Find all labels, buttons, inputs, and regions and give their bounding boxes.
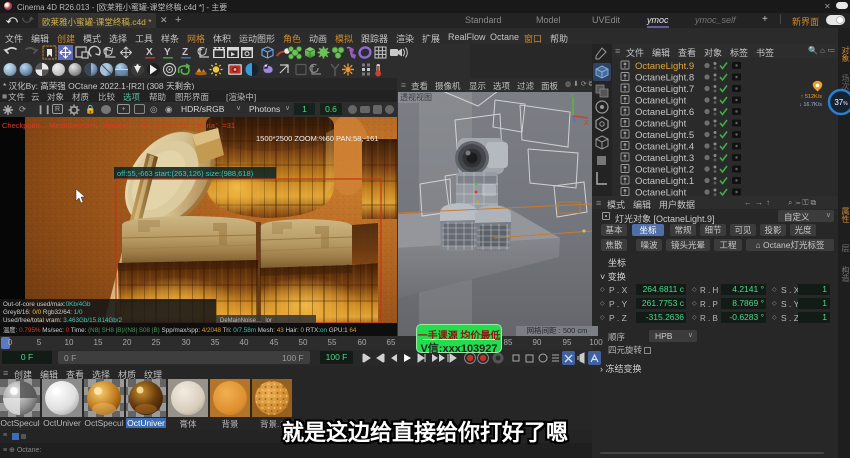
svg-text:透视视图: 透视视图 [400, 92, 432, 102]
svg-text:OctaneLight.6: OctaneLight.6 [635, 107, 694, 118]
svg-text:Y: Y [570, 93, 575, 100]
svg-text:X: X [584, 120, 589, 127]
svg-text:OctaneLight.9: OctaneLight.9 [635, 61, 694, 72]
svg-text:Out-of-core used/max:0Kb/4Gb: Out-of-core used/max:0Kb/4Gb [3, 301, 91, 308]
svg-text:Z: Z [182, 47, 188, 58]
svg-text:X: X [146, 47, 153, 58]
svg-text:温度: 0.795% Ms/sec: 0 Time:: 温度: 0.795% Ms/sec: 0 Time: (N8| SH8 |B)/… [3, 325, 357, 334]
svg-text:OctaneLight: OctaneLight [635, 188, 687, 197]
svg-text:off:55,-663 start:(263,126) si: off:55,-663 start:(263,126) size:(988,61… [117, 169, 254, 178]
svg-text:OctaneLight.5: OctaneLight.5 [635, 130, 694, 141]
svg-text:OctaneLight.1: OctaneLight.1 [635, 176, 694, 187]
svg-text:OctaneLight: OctaneLight [635, 119, 687, 130]
svg-text:Checkpoint… MeshGen:0ms. Upda: Checkpoint… MeshGen:0ms. Update[L].0ms. … [2, 121, 235, 130]
svg-text:Grey8/16: 0/0 Rgb32/6: Grey8/16: 0/0 Rgb32/64: 1/0 [3, 309, 83, 316]
svg-text:OctaneLight.4: OctaneLight.4 [635, 142, 694, 153]
svg-text:OctaneLight.2: OctaneLight.2 [635, 165, 694, 176]
svg-text:↓ 16.7K/s: ↓ 16.7K/s [799, 102, 822, 108]
svg-text:Used/free/total vram: 3.463Gb/: Used/free/total vram: 3.463Gb/15.814Gb/2 [3, 317, 123, 324]
svg-text:OctaneLight.7: OctaneLight.7 [635, 84, 694, 95]
svg-text:↑ 512K/s: ↑ 512K/s [801, 94, 823, 100]
svg-text:OctaneLight: OctaneLight [635, 96, 687, 107]
svg-text:1500*2500 ZOOM:%60 PAN:58,-16: 1500*2500 ZOOM:%60 PAN:58,-161 [256, 134, 378, 143]
svg-text:Y: Y [164, 47, 171, 58]
svg-text:OctaneLight.3: OctaneLight.3 [635, 153, 694, 164]
svg-text:OctaneLight.8: OctaneLight.8 [635, 73, 694, 84]
